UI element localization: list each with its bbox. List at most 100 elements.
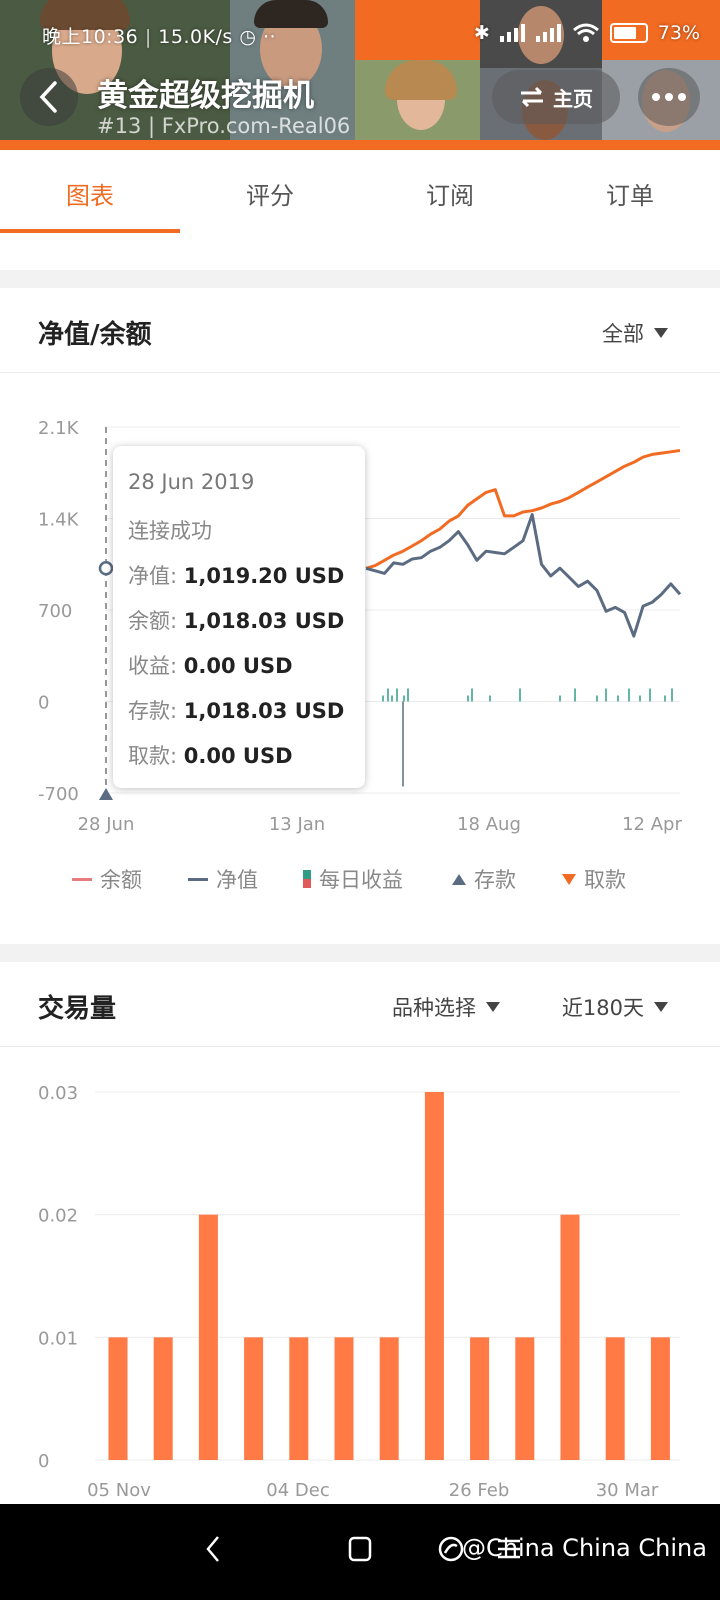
- range-dropdown[interactable]: 全部: [602, 318, 668, 348]
- y-tick-label: 0.01: [38, 1328, 78, 1349]
- home-button-label: 主页: [553, 86, 593, 111]
- signal-icon: [499, 24, 525, 42]
- status-time: 晚上10:36: [42, 26, 139, 48]
- tooltip-value: 1,018.03 USD: [183, 699, 345, 723]
- volume-bar: [289, 1337, 309, 1460]
- x-tick-label: 30 Mar: [596, 1480, 659, 1501]
- x-tick-label: 18 Aug: [457, 814, 521, 835]
- tooltip-value: 0.00 USD: [183, 654, 293, 678]
- tab-rating[interactable]: 评分: [180, 176, 360, 211]
- tooltip-date: 28 Jun 2019: [128, 470, 255, 494]
- y-tick-label: 0.03: [38, 1083, 78, 1104]
- home-button[interactable]: 主页: [492, 70, 620, 124]
- more-options-button[interactable]: [638, 68, 700, 126]
- card-header: 净值/余额 全部: [0, 288, 720, 373]
- network-speed: 15.0K/s: [158, 26, 233, 48]
- card-title: 交易量: [38, 994, 117, 1024]
- tooltip-row-withdrawal: 取款: 0.00 USD: [128, 740, 293, 770]
- status-left: 晚上10:36 | 15.0K/s ◷ ··: [42, 22, 276, 49]
- y-tick-label: 1.4K: [38, 510, 80, 531]
- tooltip-status: 连接成功: [128, 519, 212, 543]
- volume-bar: [515, 1337, 535, 1460]
- tooltip-row-deposit: 存款: 1,018.03 USD: [128, 695, 344, 725]
- background-photo: [355, 60, 480, 150]
- tooltip-label: 余额:: [128, 609, 178, 633]
- triangle-down-icon: [654, 328, 668, 338]
- tooltip-row-profit: 收益: 0.00 USD: [128, 650, 293, 680]
- crosshair-point: [98, 561, 114, 576]
- y-tick-label: -700: [38, 784, 79, 805]
- spacer-strip: [0, 234, 720, 270]
- volume-bar: [605, 1337, 625, 1460]
- legend-equity[interactable]: 净值: [188, 864, 258, 894]
- triangle-down-icon: [654, 1002, 668, 1012]
- triangle-down-icon: [562, 873, 576, 885]
- y-tick-label: 0: [38, 693, 49, 714]
- legend-balance[interactable]: 余额: [72, 864, 142, 894]
- series-line-balance: [365, 449, 681, 570]
- status-divider: |: [144, 26, 152, 48]
- tab-chart[interactable]: 图表: [0, 176, 180, 211]
- volume-bar: [153, 1337, 173, 1460]
- y-tick-label: 0: [38, 1451, 49, 1472]
- dot-icon: [678, 93, 686, 101]
- wifi-icon: [572, 23, 599, 42]
- tooltip-value: 1,019.20 USD: [183, 564, 345, 588]
- volume-bar: [334, 1337, 354, 1460]
- page-title: 黄金超级挖掘机: [97, 78, 314, 114]
- range-dropdown-label: 全部: [602, 322, 644, 346]
- card-header: 交易量 品种选择 近180天: [0, 962, 720, 1047]
- legend-label: 余额: [100, 868, 142, 892]
- x-tick-label: 28 Jun: [78, 814, 135, 835]
- battery-level: 73%: [657, 22, 700, 44]
- volume-chart[interactable]: 0.03 0.02 0.01 0 05 Nov 04 Dec 26 Feb 30 Mar: [0, 1070, 720, 1504]
- x-tick-label: 05 Nov: [87, 1480, 151, 1501]
- x-tick-label: 26 Feb: [449, 1480, 510, 1501]
- weibo-logo-icon: [438, 1536, 464, 1562]
- status-bar: 晚上10:36 | 15.0K/s ◷ ·· ✱ 73%: [0, 14, 720, 54]
- volume-bar: [560, 1214, 580, 1460]
- period-dropdown-label: 近180天: [561, 996, 644, 1020]
- legend-label: 存款: [474, 868, 516, 892]
- line-swatch-icon: [72, 877, 92, 881]
- account-subtitle: #13 | FxPro.com-Real06: [97, 114, 351, 138]
- legend-label: 每日收益: [319, 868, 403, 892]
- deposit-marker: [99, 788, 113, 800]
- tooltip-value: 0.00 USD: [183, 744, 293, 768]
- x-tick-label: 12 Apr: [622, 814, 682, 835]
- home-icon[interactable]: [348, 1536, 372, 1562]
- volume-bar: [108, 1337, 128, 1460]
- x-tick-label: 13 Jan: [269, 814, 325, 835]
- triangle-up-icon: [452, 873, 466, 885]
- tab-bar: 图表 评分 订阅 订单: [0, 150, 720, 235]
- x-tick-label: 04 Dec: [266, 1480, 329, 1501]
- tooltip-label: 取款:: [128, 744, 178, 768]
- symbol-dropdown-label: 品种选择: [392, 996, 476, 1020]
- legend-label: 净值: [216, 868, 258, 892]
- back-button[interactable]: [20, 68, 78, 126]
- battery-icon: [609, 23, 648, 43]
- bluetooth-icon: ✱: [473, 22, 490, 44]
- back-icon[interactable]: [204, 1534, 222, 1564]
- legend-deposit[interactable]: 存款: [452, 864, 516, 894]
- swap-icon: [521, 86, 543, 108]
- y-tick-label: 2.1K: [38, 418, 80, 439]
- dot-icon: [665, 93, 673, 101]
- active-tab-indicator: [0, 229, 180, 233]
- header-accent-strip: [0, 140, 720, 150]
- volume-bar: [424, 1092, 444, 1460]
- watermark-text: @China China China: [462, 1534, 707, 1562]
- tab-orders[interactable]: 订单: [540, 176, 720, 211]
- symbol-dropdown[interactable]: 品种选择: [392, 992, 500, 1022]
- y-tick-label: 700: [38, 601, 72, 622]
- legend-label: 取款: [584, 868, 626, 892]
- legend-withdrawal[interactable]: 取款: [562, 864, 626, 894]
- volume-bar: [198, 1214, 218, 1460]
- y-tick-label: 0.02: [38, 1206, 78, 1227]
- bar-swatch-icon: [303, 870, 311, 888]
- tooltip-label: 存款:: [128, 699, 178, 723]
- tooltip-row-equity: 净值: 1,019.20 USD: [128, 560, 344, 590]
- legend-daily-profit[interactable]: 每日收益: [303, 864, 403, 894]
- tab-subscribe[interactable]: 订阅: [360, 176, 540, 211]
- period-dropdown[interactable]: 近180天: [562, 992, 668, 1022]
